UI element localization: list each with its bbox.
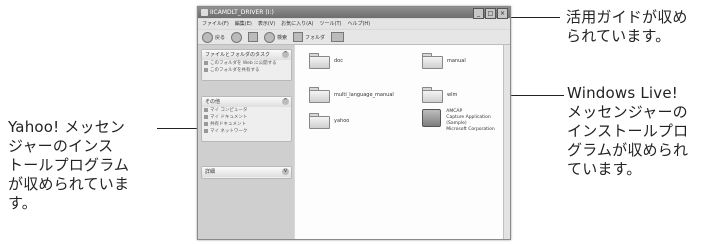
folder-icon (422, 53, 443, 69)
search-label: 検索 (277, 34, 288, 41)
folder-yahoo-label: yahoo (334, 117, 350, 124)
drive-icon (201, 9, 208, 16)
vertical-scrollbar[interactable] (503, 45, 510, 239)
app-amcap-desc2: Microsoft Corporation (446, 127, 495, 132)
maximize-button[interactable]: □ (485, 8, 496, 19)
app-amcap[interactable]: AMCAP Capture Application (Sample) Micro… (422, 109, 510, 133)
folder-icon (309, 53, 330, 69)
window-title: IICAMDLT_DRIVER (I:) (210, 9, 274, 16)
callout-yahoo: Yahoo! メッセン ジャーのインス トールプログラム が収められていま す。 (8, 118, 130, 212)
folder-multi-language-manual[interactable]: multi_language_manual (309, 87, 394, 103)
folder-icon (309, 113, 330, 129)
folder-multi-language-manual-label: multi_language_manual (334, 91, 394, 98)
folder-manual-label: manual (447, 57, 466, 64)
chevron-down-icon[interactable]: v (282, 168, 289, 175)
folder-yahoo[interactable]: yahoo (309, 113, 350, 129)
title-bar: IICAMDLT_DRIVER (I:) _ □ × (198, 7, 510, 19)
file-list: doc manual multi_language_manual wlm yah… (295, 45, 510, 239)
menu-tools[interactable]: ツール(T) (320, 19, 342, 29)
camera-app-icon (422, 109, 442, 127)
folder-icon (309, 87, 330, 103)
tasks-panel-title: ファイルとフォルダのタスク (205, 52, 271, 58)
menu-file[interactable]: ファイル(F) (202, 19, 229, 29)
menu-view[interactable]: 表示(V) (258, 19, 275, 29)
search-button[interactable]: 検索 (264, 31, 288, 43)
folder-wlm-label: wlm (447, 91, 458, 98)
back-label: 戻る (215, 34, 226, 41)
forward-button[interactable] (231, 31, 243, 43)
window-controls: _ □ × (473, 8, 508, 19)
chevron-up-icon[interactable]: ^ (282, 51, 289, 58)
chevron-up-icon[interactable]: ^ (282, 98, 289, 105)
other-places-title: その他 (205, 99, 221, 105)
folders-label: フォルダ (305, 34, 326, 41)
callout-windows-live: Windows Live! メッセンジャーの インストールプロ グラムが収められ… (567, 84, 689, 178)
up-button[interactable] (248, 32, 259, 42)
folder-icon (422, 87, 443, 103)
folder-wlm[interactable]: wlm (422, 87, 458, 103)
other-places-panel: その他 ^ マイ コンピュータ マイ ドキュメント 共有ドキュメント マイ ネッ… (201, 96, 292, 142)
explorer-window: IICAMDLT_DRIVER (I:) _ □ × ファイル(F) 編集(E)… (197, 6, 511, 240)
search-icon (264, 31, 276, 43)
menu-favorites[interactable]: お気に入り(A) (281, 19, 313, 29)
place-my-documents[interactable]: マイ ドキュメント (202, 114, 291, 121)
place-my-computer[interactable]: マイ コンピュータ (202, 107, 291, 114)
tasks-panel: ファイルとフォルダのタスク ^ このフォルダを Web に公開する このフォルダ… (201, 49, 292, 81)
details-panel: 詳細 v (201, 166, 292, 179)
minimize-button[interactable]: _ (473, 8, 484, 19)
close-button[interactable]: × (497, 8, 508, 19)
views-icon (331, 32, 345, 42)
other-places-header[interactable]: その他 ^ (202, 97, 291, 107)
place-my-network[interactable]: マイ ネットワーク (202, 128, 291, 135)
folder-manual[interactable]: manual (422, 53, 466, 69)
forward-arrow-icon (231, 31, 243, 43)
toolbar: 戻る 検索 フォルダ (198, 30, 510, 45)
task-publish-web[interactable]: このフォルダを Web に公開する (202, 60, 291, 67)
folders-button[interactable]: フォルダ (293, 32, 325, 42)
app-amcap-desc1: Capture Application (Sample) (446, 115, 491, 126)
folders-icon (293, 32, 304, 42)
callout-guide: 活用ガイドが収め られています。 (566, 8, 688, 45)
task-share-folder[interactable]: このフォルダを共有する (202, 67, 291, 74)
folder-up-icon (248, 32, 259, 42)
place-shared-documents[interactable]: 共有ドキュメント (202, 121, 291, 128)
menu-edit[interactable]: 編集(E) (235, 19, 252, 29)
menu-help[interactable]: ヘルプ(H) (347, 19, 370, 29)
details-header[interactable]: 詳細 v (202, 167, 291, 177)
tasks-panel-header[interactable]: ファイルとフォルダのタスク ^ (202, 50, 291, 60)
views-button[interactable] (331, 32, 345, 42)
task-pane: ファイルとフォルダのタスク ^ このフォルダを Web に公開する このフォルダ… (198, 45, 294, 239)
menu-bar: ファイル(F) 編集(E) 表示(V) お気に入り(A) ツール(T) ヘルプ(… (198, 19, 510, 29)
details-title: 詳細 (205, 169, 216, 175)
app-amcap-text: AMCAP Capture Application (Sample) Micro… (446, 109, 510, 133)
folder-doc[interactable]: doc (309, 53, 343, 69)
back-arrow-icon (202, 31, 213, 43)
back-button[interactable]: 戻る (202, 31, 226, 43)
folder-doc-label: doc (334, 57, 343, 64)
